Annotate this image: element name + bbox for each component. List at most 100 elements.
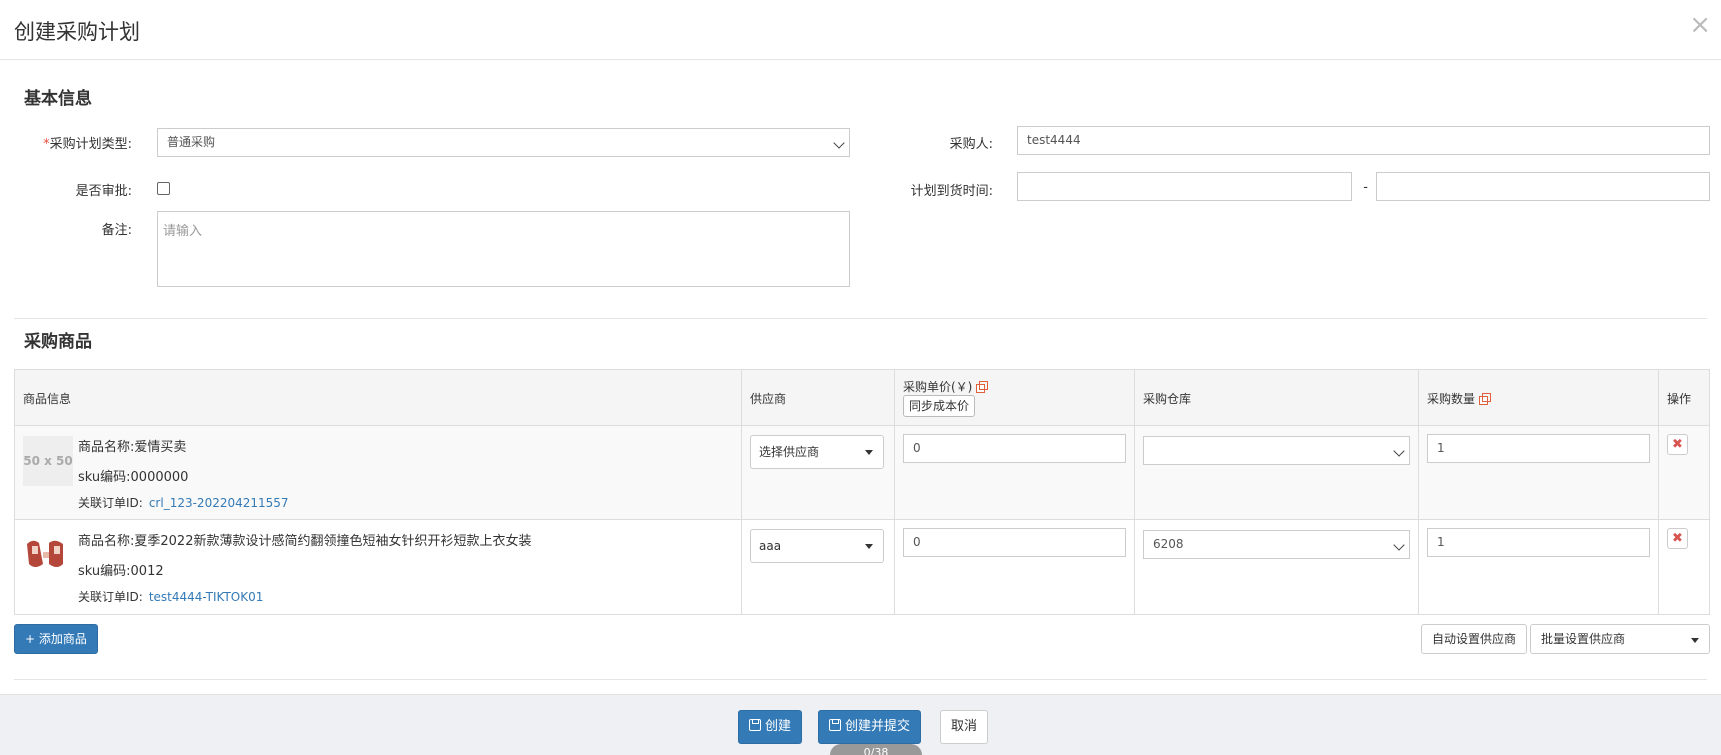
create-submit-button[interactable]: 创建并提交 bbox=[818, 710, 922, 744]
qty-input[interactable]: 1 bbox=[1427, 434, 1650, 463]
arrival-start-input[interactable] bbox=[1017, 172, 1352, 201]
modal-header: 创建采购计划 × bbox=[0, 0, 1721, 60]
supplier-cell: 选择供应商 bbox=[742, 426, 895, 520]
product-name: 商品名称:爱情买卖 bbox=[78, 440, 187, 455]
plan-type-label: *采购计划类型: bbox=[30, 133, 132, 152]
header-info-text: 商品信息 bbox=[23, 392, 72, 406]
supplier-value: 选择供应商 bbox=[759, 445, 820, 459]
remark-label: 备注: bbox=[101, 223, 132, 238]
header-info: 商品信息 bbox=[15, 370, 742, 426]
header-qty: 采购数量 bbox=[1419, 370, 1659, 426]
table-row: 商品名称:夏季2022新款薄款设计感简约翻领撞色短袖女针织开衫短款上衣女装 sk… bbox=[15, 520, 1709, 614]
product-image bbox=[23, 534, 69, 574]
auto-supplier-button[interactable]: 自动设置供应商 bbox=[1421, 624, 1528, 654]
product-order: 关联订单ID: test4444-TIKTOK01 bbox=[78, 588, 263, 605]
pager-badge: 0/38 bbox=[830, 744, 922, 755]
price-cell: 0 bbox=[895, 520, 1135, 614]
bottom-divider bbox=[14, 679, 1707, 680]
price-value: 0 bbox=[913, 535, 921, 549]
order-link[interactable]: crl_123-202204211557 bbox=[149, 496, 289, 510]
remark-textarea[interactable]: 请输入 bbox=[157, 211, 850, 287]
arrival-label: 计划到货时间: bbox=[910, 184, 993, 199]
caret-down-icon bbox=[1691, 638, 1699, 643]
caret-down-icon bbox=[865, 544, 873, 549]
sync-cost-button[interactable]: 同步成本价 bbox=[903, 395, 976, 417]
warehouse-cell: 6208 bbox=[1135, 520, 1419, 614]
ops-cell: ✖ bbox=[1659, 426, 1709, 520]
order-label: 关联订单ID: bbox=[78, 590, 143, 604]
close-icon[interactable]: × bbox=[1689, 12, 1711, 38]
goods-title: 采购商品 bbox=[24, 332, 92, 352]
warehouse-value: 6208 bbox=[1153, 537, 1184, 551]
copy-icon[interactable] bbox=[976, 381, 989, 393]
warehouse-cell bbox=[1135, 426, 1419, 520]
arrival-end-input[interactable] bbox=[1376, 172, 1710, 201]
batch-supplier-dropdown[interactable]: 批量设置供应商 bbox=[1530, 624, 1710, 654]
supplier-dropdown[interactable]: aaa bbox=[750, 529, 884, 563]
product-sku: sku编码:0012 bbox=[78, 564, 164, 579]
header-ops: 操作 bbox=[1659, 370, 1709, 426]
arrival-separator: - bbox=[1363, 180, 1368, 195]
product-info-cell: 50 x 50 商品名称:爱情买卖 sku编码:0000000 关联订单ID: c… bbox=[15, 426, 742, 520]
delete-icon[interactable]: ✖ bbox=[1667, 528, 1688, 549]
create-submit-label: 创建并提交 bbox=[845, 719, 911, 734]
header-price: 采购单价(￥) 同步成本价 bbox=[895, 370, 1135, 426]
chevron-down-icon bbox=[833, 137, 845, 149]
save-icon bbox=[829, 719, 841, 731]
supplier-value: aaa bbox=[759, 539, 782, 553]
plan-type-select[interactable]: 普通采购 bbox=[157, 128, 850, 157]
batch-supplier-label: 批量设置供应商 bbox=[1541, 632, 1626, 646]
order-link[interactable]: test4444-TIKTOK01 bbox=[149, 590, 264, 604]
plan-type-value: 普通采购 bbox=[167, 135, 216, 149]
price-input[interactable]: 0 bbox=[903, 528, 1126, 557]
supplier-dropdown[interactable]: 选择供应商 bbox=[750, 435, 884, 469]
qty-value: 1 bbox=[1437, 535, 1445, 549]
product-thumbnail: 50 x 50 bbox=[23, 436, 73, 486]
plan-type-label-text: 采购计划类型: bbox=[49, 137, 132, 152]
order-label: 关联订单ID: bbox=[78, 496, 143, 510]
goods-table: 商品信息 供应商 采购单价(￥) 同步成本价 采购仓库 采购数量 操作 50 x… bbox=[14, 369, 1710, 615]
warehouse-select[interactable] bbox=[1143, 436, 1410, 465]
header-qty-text: 采购数量 bbox=[1427, 390, 1492, 407]
qty-cell: 1 bbox=[1419, 426, 1659, 520]
buyer-value: test4444 bbox=[1027, 133, 1081, 147]
buyer-label: 采购人: bbox=[949, 137, 993, 152]
add-goods-button[interactable]: + 添加商品 bbox=[14, 624, 98, 654]
cancel-button[interactable]: 取消 bbox=[940, 710, 989, 744]
approval-label: 是否审批: bbox=[75, 184, 132, 199]
product-name: 商品名称:夏季2022新款薄款设计感简约翻领撞色短袖女针织开衫短款上衣女装 bbox=[78, 534, 532, 549]
qty-input[interactable]: 1 bbox=[1427, 528, 1650, 557]
ops-cell: ✖ bbox=[1659, 520, 1709, 614]
price-value: 0 bbox=[913, 441, 921, 455]
copy-icon[interactable] bbox=[1479, 393, 1492, 405]
header-ops-text: 操作 bbox=[1667, 392, 1692, 406]
chevron-down-icon bbox=[1393, 539, 1405, 551]
product-info-cell: 商品名称:夏季2022新款薄款设计感简约翻领撞色短袖女针织开衫短款上衣女装 sk… bbox=[15, 520, 742, 614]
section-divider bbox=[14, 318, 1707, 319]
qty-cell: 1 bbox=[1419, 520, 1659, 614]
supplier-cell: aaa bbox=[742, 520, 895, 614]
product-sku: sku编码:0000000 bbox=[78, 470, 189, 485]
delete-icon[interactable]: ✖ bbox=[1667, 434, 1688, 455]
buyer-input[interactable]: test4444 bbox=[1017, 126, 1710, 155]
save-icon bbox=[749, 719, 761, 731]
qty-value: 1 bbox=[1437, 441, 1445, 455]
chevron-down-icon bbox=[1393, 445, 1405, 457]
table-header: 商品信息 供应商 采购单价(￥) 同步成本价 采购仓库 采购数量 操作 bbox=[15, 370, 1709, 426]
header-warehouse-text: 采购仓库 bbox=[1143, 392, 1192, 406]
modal-title: 创建采购计划 bbox=[14, 20, 140, 44]
caret-down-icon bbox=[865, 450, 873, 455]
header-price-label: 采购单价(￥) bbox=[903, 380, 973, 394]
basic-info-title: 基本信息 bbox=[24, 89, 92, 109]
table-row: 50 x 50 商品名称:爱情买卖 sku编码:0000000 关联订单ID: c… bbox=[15, 426, 1709, 520]
header-supplier-text: 供应商 bbox=[750, 392, 787, 406]
price-cell: 0 bbox=[895, 426, 1135, 520]
approval-checkbox[interactable] bbox=[157, 182, 170, 195]
create-button[interactable]: 创建 bbox=[738, 710, 803, 744]
header-warehouse: 采购仓库 bbox=[1135, 370, 1419, 426]
product-order: 关联订单ID: crl_123-202204211557 bbox=[78, 494, 289, 511]
price-input[interactable]: 0 bbox=[903, 434, 1126, 463]
warehouse-select[interactable]: 6208 bbox=[1143, 530, 1410, 559]
create-label: 创建 bbox=[765, 719, 792, 734]
header-price-text: 采购单价(￥) bbox=[903, 378, 989, 395]
